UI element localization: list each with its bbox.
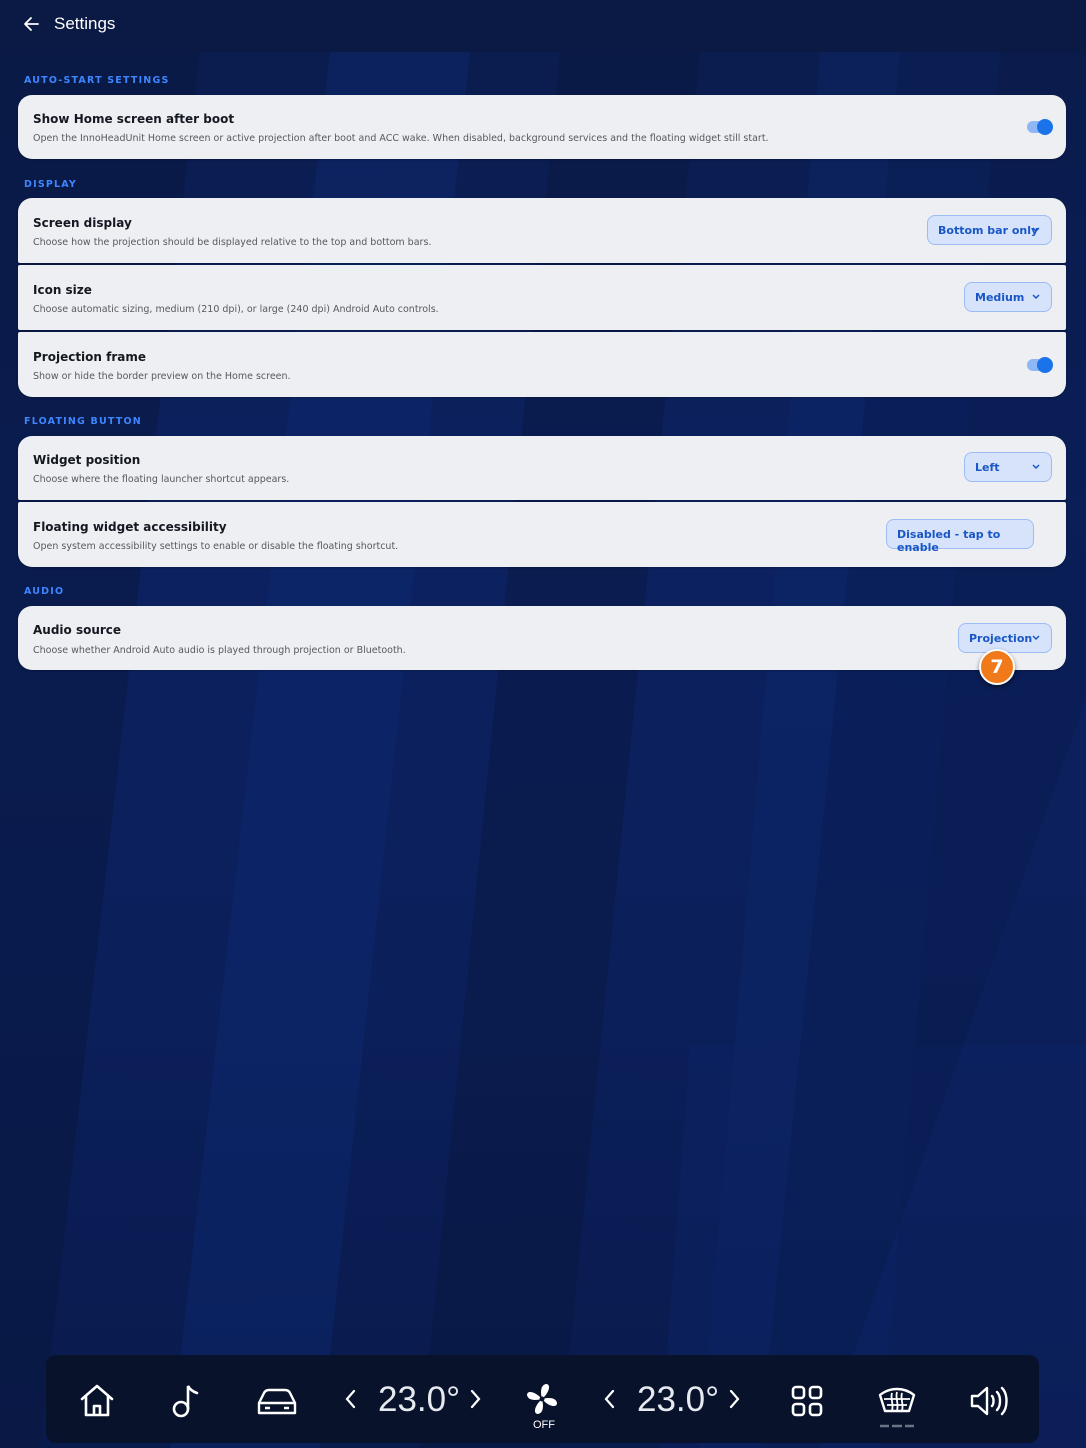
icon-size-dropdown[interactable]: Medium [964,282,1052,312]
setting-title: Widget position [33,453,141,467]
setting-description: Show or hide the border preview on the H… [33,371,291,382]
setting-description: Choose where the floating launcher short… [33,474,290,485]
setting-title: Screen display [33,216,132,230]
audio-source-dropdown[interactable]: Projection [958,623,1052,653]
right-temperature: 23.0° [637,1380,720,1419]
setting-description: Choose automatic sizing, medium (210 dpi… [33,304,439,315]
app-bar: Settings [0,0,1086,52]
widget-position-dropdown[interactable]: Left [964,452,1052,482]
setting-screen-display[interactable]: Screen display Choose how the projection… [18,198,1066,263]
volume-icon[interactable] [968,1384,1008,1418]
dropdown-value: Medium [975,291,1025,304]
setting-widget-position[interactable]: Widget position Choose where the floatin… [18,436,1066,500]
car-icon[interactable] [255,1385,299,1417]
button-label: Disabled - tap to enable [897,528,1001,554]
chevron-left-icon[interactable] [603,1388,617,1410]
section-label-floating: FLOATING BUTTON [24,416,142,427]
setting-description: Open the InnoHeadUnit Home screen or act… [33,133,769,144]
projection-frame-toggle[interactable] [1027,357,1053,373]
setting-description: Choose whether Android Auto audio is pla… [33,645,406,656]
setting-title: Show Home screen after boot [33,112,235,126]
home-icon[interactable] [78,1382,116,1418]
setting-description: Open system accessibility settings to en… [33,541,399,552]
chevron-right-icon[interactable] [468,1388,482,1410]
fan-status-label: OFF [533,1419,555,1431]
chevron-down-icon [1032,635,1040,641]
setting-projection-frame[interactable]: Projection frame Show or hide the border… [18,332,1066,397]
apps-grid-icon[interactable] [790,1384,824,1418]
dropdown-value: Projection [969,632,1033,645]
page-title: Settings [54,14,116,33]
setting-title: Audio source [33,623,122,637]
setting-show-home[interactable]: Show Home screen after boot Open the Inn… [18,95,1066,159]
chevron-down-icon [1032,294,1040,300]
enable-accessibility-button[interactable]: Disabled - tap to enable [886,519,1034,554]
show-home-toggle[interactable] [1027,119,1053,135]
screen-display-dropdown[interactable]: Bottom bar only [927,215,1052,245]
section-label-display: DISPLAY [24,179,78,190]
dropdown-value: Bottom bar only [938,224,1039,237]
step-number-badge: 7 [979,649,1015,685]
rear-defrost-icon[interactable] [876,1383,918,1429]
setting-floating-accessibility[interactable]: Floating widget accessibility Open syste… [18,502,1066,567]
setting-title: Floating widget accessibility [33,520,227,534]
setting-title: Projection frame [33,350,147,364]
section-label-audio: AUDIO [24,586,65,597]
section-label-autostart: AUTO-START SETTINGS [24,75,170,86]
setting-title: Icon size [33,283,92,297]
fan-icon[interactable] [524,1381,560,1417]
setting-description: Choose how the projection should be disp… [33,237,432,248]
arrow-left-icon[interactable] [22,14,42,34]
chevron-down-icon [1032,464,1040,470]
setting-audio-source[interactable]: Audio source Choose whether Android Auto… [18,606,1066,670]
setting-icon-size[interactable]: Icon size Choose automatic sizing, mediu… [18,265,1066,330]
left-temperature: 23.0° [378,1380,461,1419]
bottom-dock: 23.0° OFF 23.0° [46,1355,1039,1443]
chevron-right-icon[interactable] [727,1388,741,1410]
dropdown-value: Left [975,461,1000,474]
chevron-down-icon [1032,227,1040,233]
music-note-icon[interactable] [170,1382,202,1420]
chevron-left-icon[interactable] [344,1388,358,1410]
